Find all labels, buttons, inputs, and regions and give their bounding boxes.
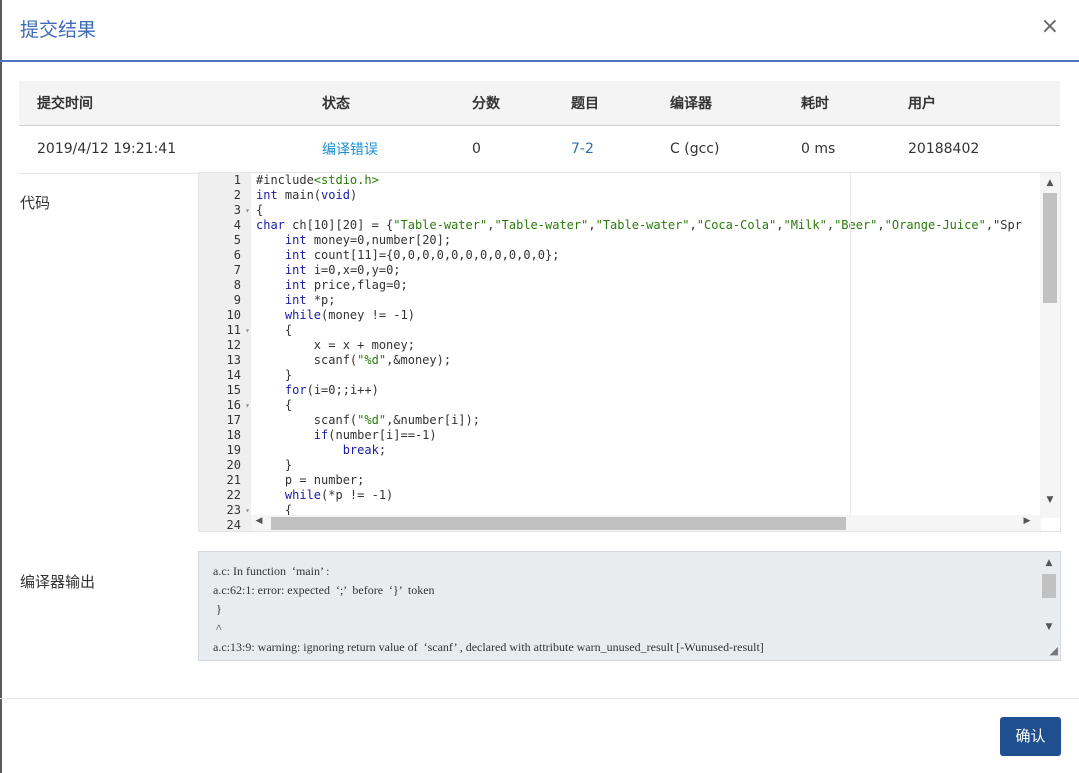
problem-link[interactable]: 7-2 (571, 141, 594, 157)
scroll-left-icon[interactable]: ◀ (251, 516, 267, 526)
code-line: int main(void) (256, 188, 358, 202)
line-number: 8 (233, 278, 241, 292)
line-number: 11 ▾ (226, 323, 250, 338)
output-line: a.c:13:9: warning: ignoring return value… (213, 640, 764, 654)
code-line: { (256, 203, 264, 217)
table-row: 2019/4/12 19:21:41 编译错误 0 7-2 C (gcc) 0 … (19, 125, 1060, 173)
dialog-header: 提交结果 × (0, 0, 1079, 62)
code-vertical-scrollbar[interactable]: ▲ ▼ (1040, 173, 1060, 518)
line-number: 6 (233, 248, 241, 262)
code-line: while(*p != -1) (284, 488, 394, 502)
fold-toggle-icon[interactable]: ▾ (245, 323, 250, 338)
line-number: 16 ▾ (226, 398, 250, 413)
header-user: 用户 (908, 95, 936, 112)
fold-toggle-icon[interactable]: ▾ (245, 503, 250, 518)
output-line: ^ (213, 621, 222, 635)
line-number: 9 (233, 293, 241, 307)
line-number: 14 (226, 368, 241, 382)
fold-toggle-icon[interactable]: ▾ (245, 398, 250, 413)
code-line: while(money != -1) (284, 308, 415, 322)
line-number: 18 (226, 428, 241, 442)
output-line: a.c: In function ‘main’ : (213, 564, 330, 578)
score: 0 (472, 141, 481, 157)
header-status: 状态 (322, 95, 350, 112)
scroll-up-icon[interactable]: ▲ (1040, 558, 1058, 568)
code-line: int i=0,x=0,y=0; (284, 263, 401, 277)
code-line: #include<stdio.h> (256, 173, 379, 187)
confirm-button[interactable]: 确认 (1000, 717, 1061, 756)
compiler: C (gcc) (670, 141, 720, 157)
line-number: 24 (226, 518, 241, 532)
header-submit-time: 提交时间 (37, 95, 93, 112)
line-number: 13 (226, 353, 241, 367)
scroll-thumb[interactable] (271, 517, 846, 530)
line-number: 15 (226, 383, 241, 397)
line-number: 5 (233, 233, 241, 247)
window-edge (0, 0, 2, 773)
compiler-output-box[interactable]: a.c: In function ‘main’ : a.c:62:1: erro… (198, 551, 1061, 661)
output-line: } (213, 602, 222, 616)
line-number: 19 (226, 443, 241, 457)
header-score: 分数 (472, 95, 500, 112)
line-number: 20 (226, 458, 241, 472)
code-line: for(i=0;;i++) (284, 383, 379, 397)
code-line: { (256, 323, 293, 337)
code-line: int money=0,number[20]; (284, 233, 452, 247)
fold-toggle-icon[interactable]: ▾ (245, 203, 250, 218)
line-number: 3 ▾ (233, 203, 250, 218)
code-line: p = number; (256, 473, 365, 487)
line-number: 23 ▾ (226, 503, 250, 518)
code-line: int *p; (284, 293, 336, 307)
code-line: { (256, 398, 293, 412)
dialog-title: 提交结果 (20, 19, 97, 41)
print-margin (850, 173, 851, 518)
line-number: 10 (226, 308, 241, 322)
line-number: 22 (226, 488, 241, 502)
scroll-thumb[interactable] (1042, 574, 1056, 598)
compiler-output-text: a.c: In function ‘main’ : a.c:62:1: erro… (213, 562, 1033, 657)
elapsed-time: 0 ms (801, 141, 836, 157)
code-line: int price,flag=0; (284, 278, 408, 292)
scroll-right-icon[interactable]: ▶ (1019, 516, 1035, 526)
status-link[interactable]: 编译错误 (322, 142, 378, 158)
resize-handle-icon[interactable]: ◢ (1044, 644, 1058, 658)
line-number: 7 (233, 263, 241, 277)
line-number: 17 (226, 413, 241, 427)
code-line: if(number[i]==-1) (313, 428, 437, 442)
code-label: 代码 (20, 194, 51, 212)
line-number: 12 (226, 338, 241, 352)
code-line: } (256, 458, 293, 472)
line-number: 4 (233, 218, 241, 232)
user: 20188402 (908, 141, 980, 157)
code-line: int count[11]={0,0,0,0,0,0,0,0,0,0,0}; (284, 248, 560, 262)
line-number: 1 (233, 173, 241, 187)
submit-time: 2019/4/12 19:21:41 (37, 141, 177, 157)
header-compiler: 编译器 (670, 95, 712, 112)
code-line: x = x + money; (256, 338, 415, 352)
header-elapsed: 耗时 (801, 95, 829, 112)
line-number: 21 (226, 473, 241, 487)
code-line: } (256, 368, 293, 382)
code-editor[interactable]: 1 2 3 ▾ 4 5 6 7 8 9 10 11 ▾ 12 13 14 15 16 ▾ 17 18 19 20 21 22 23… (198, 172, 1061, 532)
code-line: scanf("%d",&number[i]); (256, 413, 480, 427)
code-content[interactable]: #include<stdio.h> int main(void){char ch[… (256, 173, 1041, 518)
line-number-gutter: 1 2 3 ▾ 4 5 6 7 8 9 10 11 ▾ 12 13 14 15 16 ▾ 17 18 19 20 21 22 23… (199, 173, 251, 532)
output-scrollbar[interactable]: ▲ ▼ (1040, 556, 1058, 640)
header-problem: 题目 (571, 95, 599, 112)
submission-table: 提交时间 状态 分数 题目 编译器 耗时 用户 2019/4/12 19:21:… (19, 81, 1060, 174)
scroll-up-icon[interactable]: ▲ (1040, 178, 1060, 188)
code-line: break; (342, 443, 387, 457)
dialog-footer (0, 698, 1079, 773)
scroll-down-icon[interactable]: ▼ (1040, 622, 1058, 632)
code-line: scanf("%d",&money); (256, 353, 452, 367)
line-number: 2 (233, 188, 241, 202)
scroll-thumb[interactable] (1043, 193, 1057, 303)
close-icon[interactable]: × (1041, 16, 1059, 38)
code-line: char ch[10][20] = {"Table-water","Table-… (256, 218, 1022, 232)
compiler-output-label: 编译器输出 (20, 573, 96, 591)
table-header-row: 提交时间 状态 分数 题目 编译器 耗时 用户 (19, 81, 1060, 125)
scroll-down-icon[interactable]: ▼ (1040, 495, 1060, 505)
output-line: a.c:62:1: error: expected ‘;’ before ‘}’… (213, 583, 435, 597)
code-horizontal-scrollbar[interactable]: ◀ ▶ (251, 515, 1041, 531)
